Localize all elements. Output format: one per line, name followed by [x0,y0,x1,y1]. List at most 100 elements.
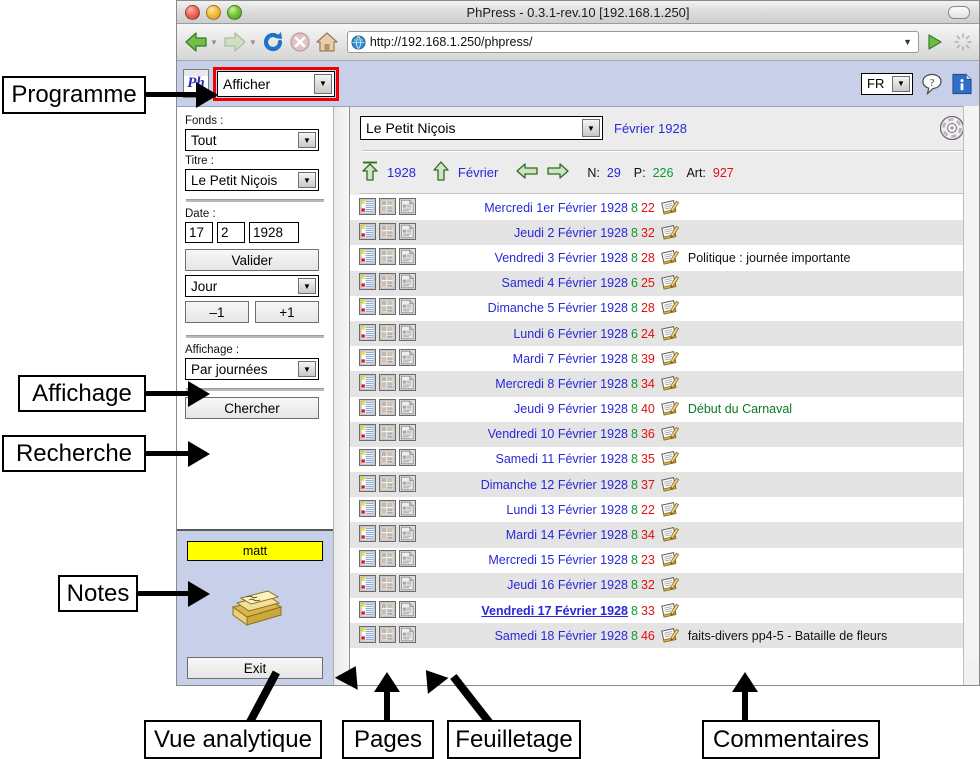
note-pencil-icon[interactable] [660,350,681,368]
stop-button[interactable] [289,31,311,53]
back-history-caret-icon[interactable]: ▼ [210,38,218,47]
affichage-select[interactable]: Par journées ▼ [185,358,319,380]
fonds-select[interactable]: Tout ▼ [185,129,319,151]
note-pencil-icon[interactable] [660,274,681,292]
analytic-view-icon[interactable] [359,626,376,646]
analytic-view-icon[interactable] [359,575,376,595]
language-select[interactable]: FR ▼ [861,73,913,95]
note-pencil-icon[interactable] [660,400,681,418]
issue-date-link[interactable]: Mardi 7 Février 1928 [428,352,628,366]
month-label[interactable]: Février [458,165,498,180]
note-pencil-icon[interactable] [660,299,681,317]
issue-date-link[interactable]: Samedi 11 Février 1928 [428,452,628,466]
toolbar-toggle-button[interactable] [948,6,970,19]
leafing-view-icon[interactable] [399,324,416,344]
pages-view-icon[interactable] [379,223,396,243]
chevron-down-icon[interactable]: ▼ [298,132,316,148]
leafing-view-icon[interactable] [399,349,416,369]
note-pencil-icon[interactable] [660,576,681,594]
table-row[interactable]: Mercredi 15 Février 1928823 [350,548,963,573]
table-row[interactable]: Lundi 6 Février 1928624 [350,321,963,346]
issue-date-link[interactable]: Lundi 6 Février 1928 [428,327,628,341]
table-row[interactable]: Jeudi 16 Février 1928832 [350,573,963,598]
analytic-view-icon[interactable] [359,273,376,293]
pages-view-icon[interactable] [379,399,396,419]
table-row[interactable]: Mercredi 8 Février 1928834 [350,371,963,396]
pages-view-icon[interactable] [379,601,396,621]
minimize-button[interactable] [206,5,221,20]
note-pencil-icon[interactable] [660,551,681,569]
table-row[interactable]: Mardi 7 Février 1928839 [350,346,963,371]
back-button[interactable]: ▼ [183,30,218,54]
pages-view-icon[interactable] [379,349,396,369]
note-pencil-icon[interactable] [660,425,681,443]
info-button[interactable] [951,73,973,95]
table-row[interactable]: Mercredi 1er Février 1928822 [350,195,963,220]
window-scrollbar-track[interactable] [963,106,979,661]
exit-button[interactable]: Exit [187,657,323,679]
analytic-view-icon[interactable] [359,475,376,495]
pages-view-icon[interactable] [379,198,396,218]
analytic-view-icon[interactable] [359,601,376,621]
analytic-view-icon[interactable] [359,449,376,469]
increment-button[interactable]: +1 [255,301,319,323]
date-day-input[interactable]: 17 [185,222,213,243]
analytic-view-icon[interactable] [359,525,376,545]
issue-date-link[interactable]: Samedi 4 Février 1928 [428,276,628,290]
leafing-view-icon[interactable] [399,601,416,621]
chevron-down-icon[interactable]: ▼ [314,74,332,94]
analytic-view-icon[interactable] [359,223,376,243]
analytic-view-icon[interactable] [359,399,376,419]
table-row[interactable]: Vendredi 17 Février 1928833 [350,598,963,623]
note-pencil-icon[interactable] [660,450,681,468]
go-button[interactable] [925,32,945,52]
issue-date-link[interactable]: Jeudi 16 Février 1928 [428,578,628,592]
table-row[interactable]: Dimanche 12 Février 1928837 [350,472,963,497]
cd-disc-button[interactable] [939,115,965,146]
date-year-input[interactable]: 1928 [249,222,299,243]
analytic-view-icon[interactable] [359,324,376,344]
next-button[interactable] [546,161,570,184]
chevron-down-icon[interactable]: ▼ [298,361,316,377]
help-button[interactable]: ? [921,73,943,95]
analytic-view-icon[interactable] [359,248,376,268]
table-row[interactable]: Jeudi 9 Février 1928840Début du Carnaval [350,397,963,422]
pages-view-icon[interactable] [379,374,396,394]
table-row[interactable]: Dimanche 5 Février 1928828 [350,296,963,321]
decrement-button[interactable]: –1 [185,301,249,323]
issue-date-link[interactable]: Mercredi 1er Février 1928 [428,201,628,215]
pages-view-icon[interactable] [379,273,396,293]
issue-date-link[interactable]: Dimanche 12 Février 1928 [428,478,628,492]
issue-date-link[interactable]: Dimanche 5 Février 1928 [428,301,628,315]
programme-select[interactable]: Afficher ▼ [217,71,335,97]
leafing-view-icon[interactable] [399,273,416,293]
chevron-down-icon[interactable]: ▼ [582,119,600,137]
forward-button[interactable]: ▼ [222,30,257,54]
issue-date-link[interactable]: Samedi 18 Février 1928 [428,629,628,643]
analytic-view-icon[interactable] [359,424,376,444]
pages-view-icon[interactable] [379,500,396,520]
issue-date-link[interactable]: Mercredi 15 Février 1928 [428,553,628,567]
note-pencil-icon[interactable] [660,199,681,217]
leafing-view-icon[interactable] [399,374,416,394]
analytic-view-icon[interactable] [359,500,376,520]
zoom-button[interactable] [227,5,242,20]
period-select[interactable]: Jour ▼ [185,275,319,297]
leafing-view-icon[interactable] [399,550,416,570]
date-month-input[interactable]: 2 [217,222,245,243]
leafing-view-icon[interactable] [399,525,416,545]
forward-history-caret-icon[interactable]: ▼ [249,38,257,47]
leafing-view-icon[interactable] [399,248,416,268]
month-up-button[interactable] [431,160,451,185]
table-row[interactable]: Vendredi 10 Février 1928836 [350,422,963,447]
note-pencil-icon[interactable] [660,375,681,393]
analytic-view-icon[interactable] [359,374,376,394]
issue-date-link[interactable]: Jeudi 2 Février 1928 [428,226,628,240]
note-pencil-icon[interactable] [660,224,681,242]
note-pencil-icon[interactable] [660,249,681,267]
table-row[interactable]: Vendredi 3 Février 1928828Politique : jo… [350,245,963,270]
address-dropdown-icon[interactable]: ▼ [903,37,912,47]
leafing-view-icon[interactable] [399,475,416,495]
address-bar-text[interactable]: http://192.168.1.250/phpress/ [370,35,903,49]
pages-view-icon[interactable] [379,575,396,595]
